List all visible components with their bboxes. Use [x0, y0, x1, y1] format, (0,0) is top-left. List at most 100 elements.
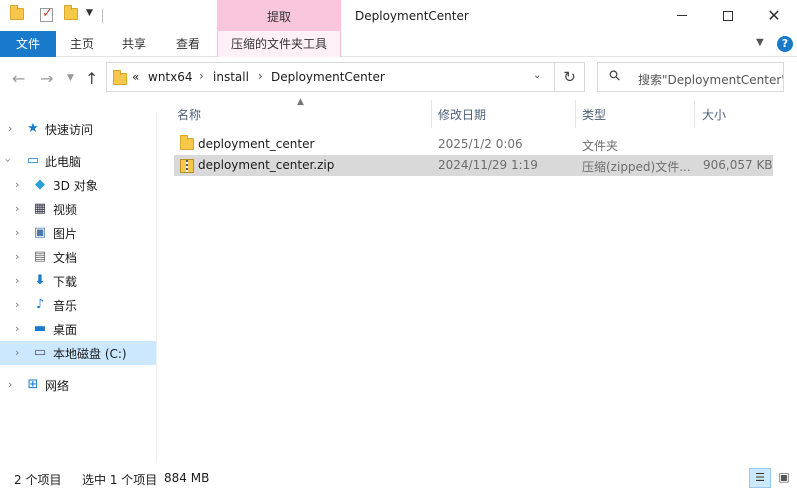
sidebar-item-network[interactable]: › ⊞ 网络: [0, 373, 156, 397]
details-view-button[interactable]: ☰: [749, 468, 771, 488]
back-arrow-icon[interactable]: ←: [12, 69, 25, 88]
column-header-size[interactable]: 大小: [702, 104, 772, 126]
sidebar-item-videos[interactable]: › ▦ 视频: [0, 197, 156, 221]
sidebar-item-pictures[interactable]: › ▣ 图片: [0, 221, 156, 245]
maximize-button[interactable]: [705, 0, 751, 31]
breadcrumb-overflow[interactable]: «: [132, 70, 139, 84]
column-header-name[interactable]: 名称: [177, 104, 431, 126]
help-icon[interactable]: ?: [777, 36, 793, 52]
collapse-icon[interactable]: ›: [2, 158, 15, 162]
large-icons-view-icon: ▣: [778, 470, 790, 484]
file-modified: 2025/1/2 0:06: [438, 137, 523, 151]
column-divider[interactable]: [694, 100, 695, 128]
properties-icon[interactable]: [40, 6, 54, 22]
sidebar-item-label: 3D 对象: [53, 179, 98, 193]
search-box[interactable]: ⚲ 搜索"DeploymentCenter": [597, 62, 784, 92]
file-row[interactable]: deployment_center 2025/1/2 0:06 文件夹: [174, 134, 773, 155]
sidebar-item-downloads[interactable]: › ⬇ 下载: [0, 269, 156, 293]
file-modified: 2024/11/29 1:19: [438, 158, 538, 172]
recent-locations-icon[interactable]: ▼: [67, 73, 74, 83]
refresh-button[interactable]: ↻: [555, 62, 585, 92]
column-divider[interactable]: [431, 100, 432, 128]
expand-icon[interactable]: ›: [15, 322, 19, 335]
sidebar-item-label: 快速访问: [45, 123, 94, 137]
up-arrow-icon[interactable]: ↑: [85, 69, 98, 88]
tab-home[interactable]: 主页: [62, 31, 102, 57]
minimize-icon: [677, 15, 687, 16]
sidebar-item-documents[interactable]: › ▤ 文档: [0, 245, 156, 269]
folder-icon: [113, 70, 127, 85]
expand-icon[interactable]: ›: [8, 378, 12, 391]
expand-icon[interactable]: ›: [8, 122, 12, 135]
new-folder-icon[interactable]: [64, 5, 78, 22]
file-type: 压缩(zipped)文件...: [582, 160, 691, 174]
document-icon: ▤: [33, 249, 47, 264]
music-icon: ♪: [35, 297, 45, 312]
expand-icon[interactable]: ›: [15, 274, 19, 287]
expand-icon[interactable]: ›: [15, 346, 19, 359]
breadcrumb-deploymentcenter[interactable]: DeploymentCenter: [271, 70, 385, 84]
expand-icon[interactable]: ›: [15, 178, 19, 191]
file-name: deployment_center: [198, 137, 315, 151]
close-button[interactable]: ✕: [751, 0, 797, 31]
item-count: 2 个项目: [14, 473, 62, 487]
folder-icon[interactable]: [10, 5, 24, 22]
sidebar-item-label: 文档: [53, 251, 78, 265]
drive-icon: ▭: [33, 345, 47, 360]
desktop-icon: ▬: [33, 321, 47, 336]
forward-arrow-icon[interactable]: →: [40, 69, 53, 88]
search-input[interactable]: 搜索"DeploymentCenter": [638, 71, 783, 88]
breadcrumb-wntx64[interactable]: wntx64: [148, 70, 193, 84]
sidebar-item-label: 本地磁盘 (C:): [53, 347, 127, 361]
tab-share[interactable]: 共享: [114, 31, 154, 57]
sidebar-item-quick-access[interactable]: › ★ 快速访问: [0, 117, 156, 141]
title-bar: ▼ 提取 DeploymentCenter ✕: [0, 0, 797, 31]
status-bar: 2 个项目 选中 1 个项目 884 MB: [0, 466, 797, 490]
sidebar-item-this-pc[interactable]: › ▭ 此电脑: [0, 149, 156, 173]
file-size: 906,057 KB: [703, 158, 773, 172]
sidebar-item-label: 此电脑: [45, 155, 82, 169]
ribbon-tabs: 文件 主页 共享 查看 压缩的文件夹工具 ▲ ?: [0, 31, 797, 57]
network-icon: ⊞: [27, 377, 39, 392]
breadcrumb-separator-icon[interactable]: ›: [199, 69, 204, 83]
maximize-icon: [723, 10, 733, 21]
address-dropdown-icon[interactable]: ⌄: [533, 70, 541, 81]
folder-icon: [180, 135, 194, 150]
column-header-type[interactable]: 类型: [582, 104, 694, 126]
breadcrumb-install[interactable]: install: [213, 70, 249, 84]
sidebar-item-music[interactable]: › ♪ 音乐: [0, 293, 156, 317]
expand-icon[interactable]: ›: [15, 202, 19, 215]
navigation-pane: › ★ 快速访问 › ▭ 此电脑 › ◆ 3D 对象 › ▦ 视频 › ▣ 图片…: [0, 112, 157, 462]
sidebar-item-label: 下载: [53, 275, 78, 289]
expand-icon[interactable]: ›: [15, 226, 19, 239]
tab-file[interactable]: 文件: [0, 31, 56, 57]
close-icon: ✕: [767, 5, 781, 25]
minimize-button[interactable]: [659, 0, 705, 31]
computer-icon: ▭: [26, 153, 40, 168]
download-icon: ⬇: [34, 273, 46, 288]
sidebar-item-label: 图片: [53, 227, 78, 241]
quick-access-dropdown-icon[interactable]: ▼: [86, 8, 93, 18]
sidebar-item-label: 视频: [53, 203, 78, 217]
file-type: 文件夹: [582, 139, 619, 153]
collapse-ribbon-icon[interactable]: ▲: [756, 37, 764, 48]
expand-icon[interactable]: ›: [15, 298, 19, 311]
file-row[interactable]: deployment_center.zip 2024/11/29 1:19 压缩…: [174, 155, 773, 176]
address-bar[interactable]: « wntx64 › install › DeploymentCenter ⌄: [106, 62, 555, 92]
sidebar-item-label: 网络: [45, 379, 70, 393]
sidebar-item-3d-objects[interactable]: › ◆ 3D 对象: [0, 173, 156, 197]
sidebar-item-desktop[interactable]: › ▬ 桌面: [0, 317, 156, 341]
tab-compressed-folder-tools[interactable]: 压缩的文件夹工具: [217, 31, 341, 57]
tab-view[interactable]: 查看: [168, 31, 208, 57]
star-icon: ★: [27, 121, 39, 136]
large-icons-view-button[interactable]: ▣: [773, 468, 795, 488]
cube-icon: ◆: [35, 177, 45, 192]
column-header-modified[interactable]: 修改日期: [438, 104, 575, 126]
sidebar-item-label: 音乐: [53, 299, 78, 313]
expand-icon[interactable]: ›: [15, 250, 19, 263]
column-divider[interactable]: [575, 100, 576, 128]
sidebar-item-local-disk-c[interactable]: › ▭ 本地磁盘 (C:): [0, 341, 156, 365]
sidebar-item-label: 桌面: [53, 323, 78, 337]
breadcrumb-separator-icon[interactable]: ›: [258, 69, 263, 83]
window-title: DeploymentCenter: [355, 9, 469, 23]
